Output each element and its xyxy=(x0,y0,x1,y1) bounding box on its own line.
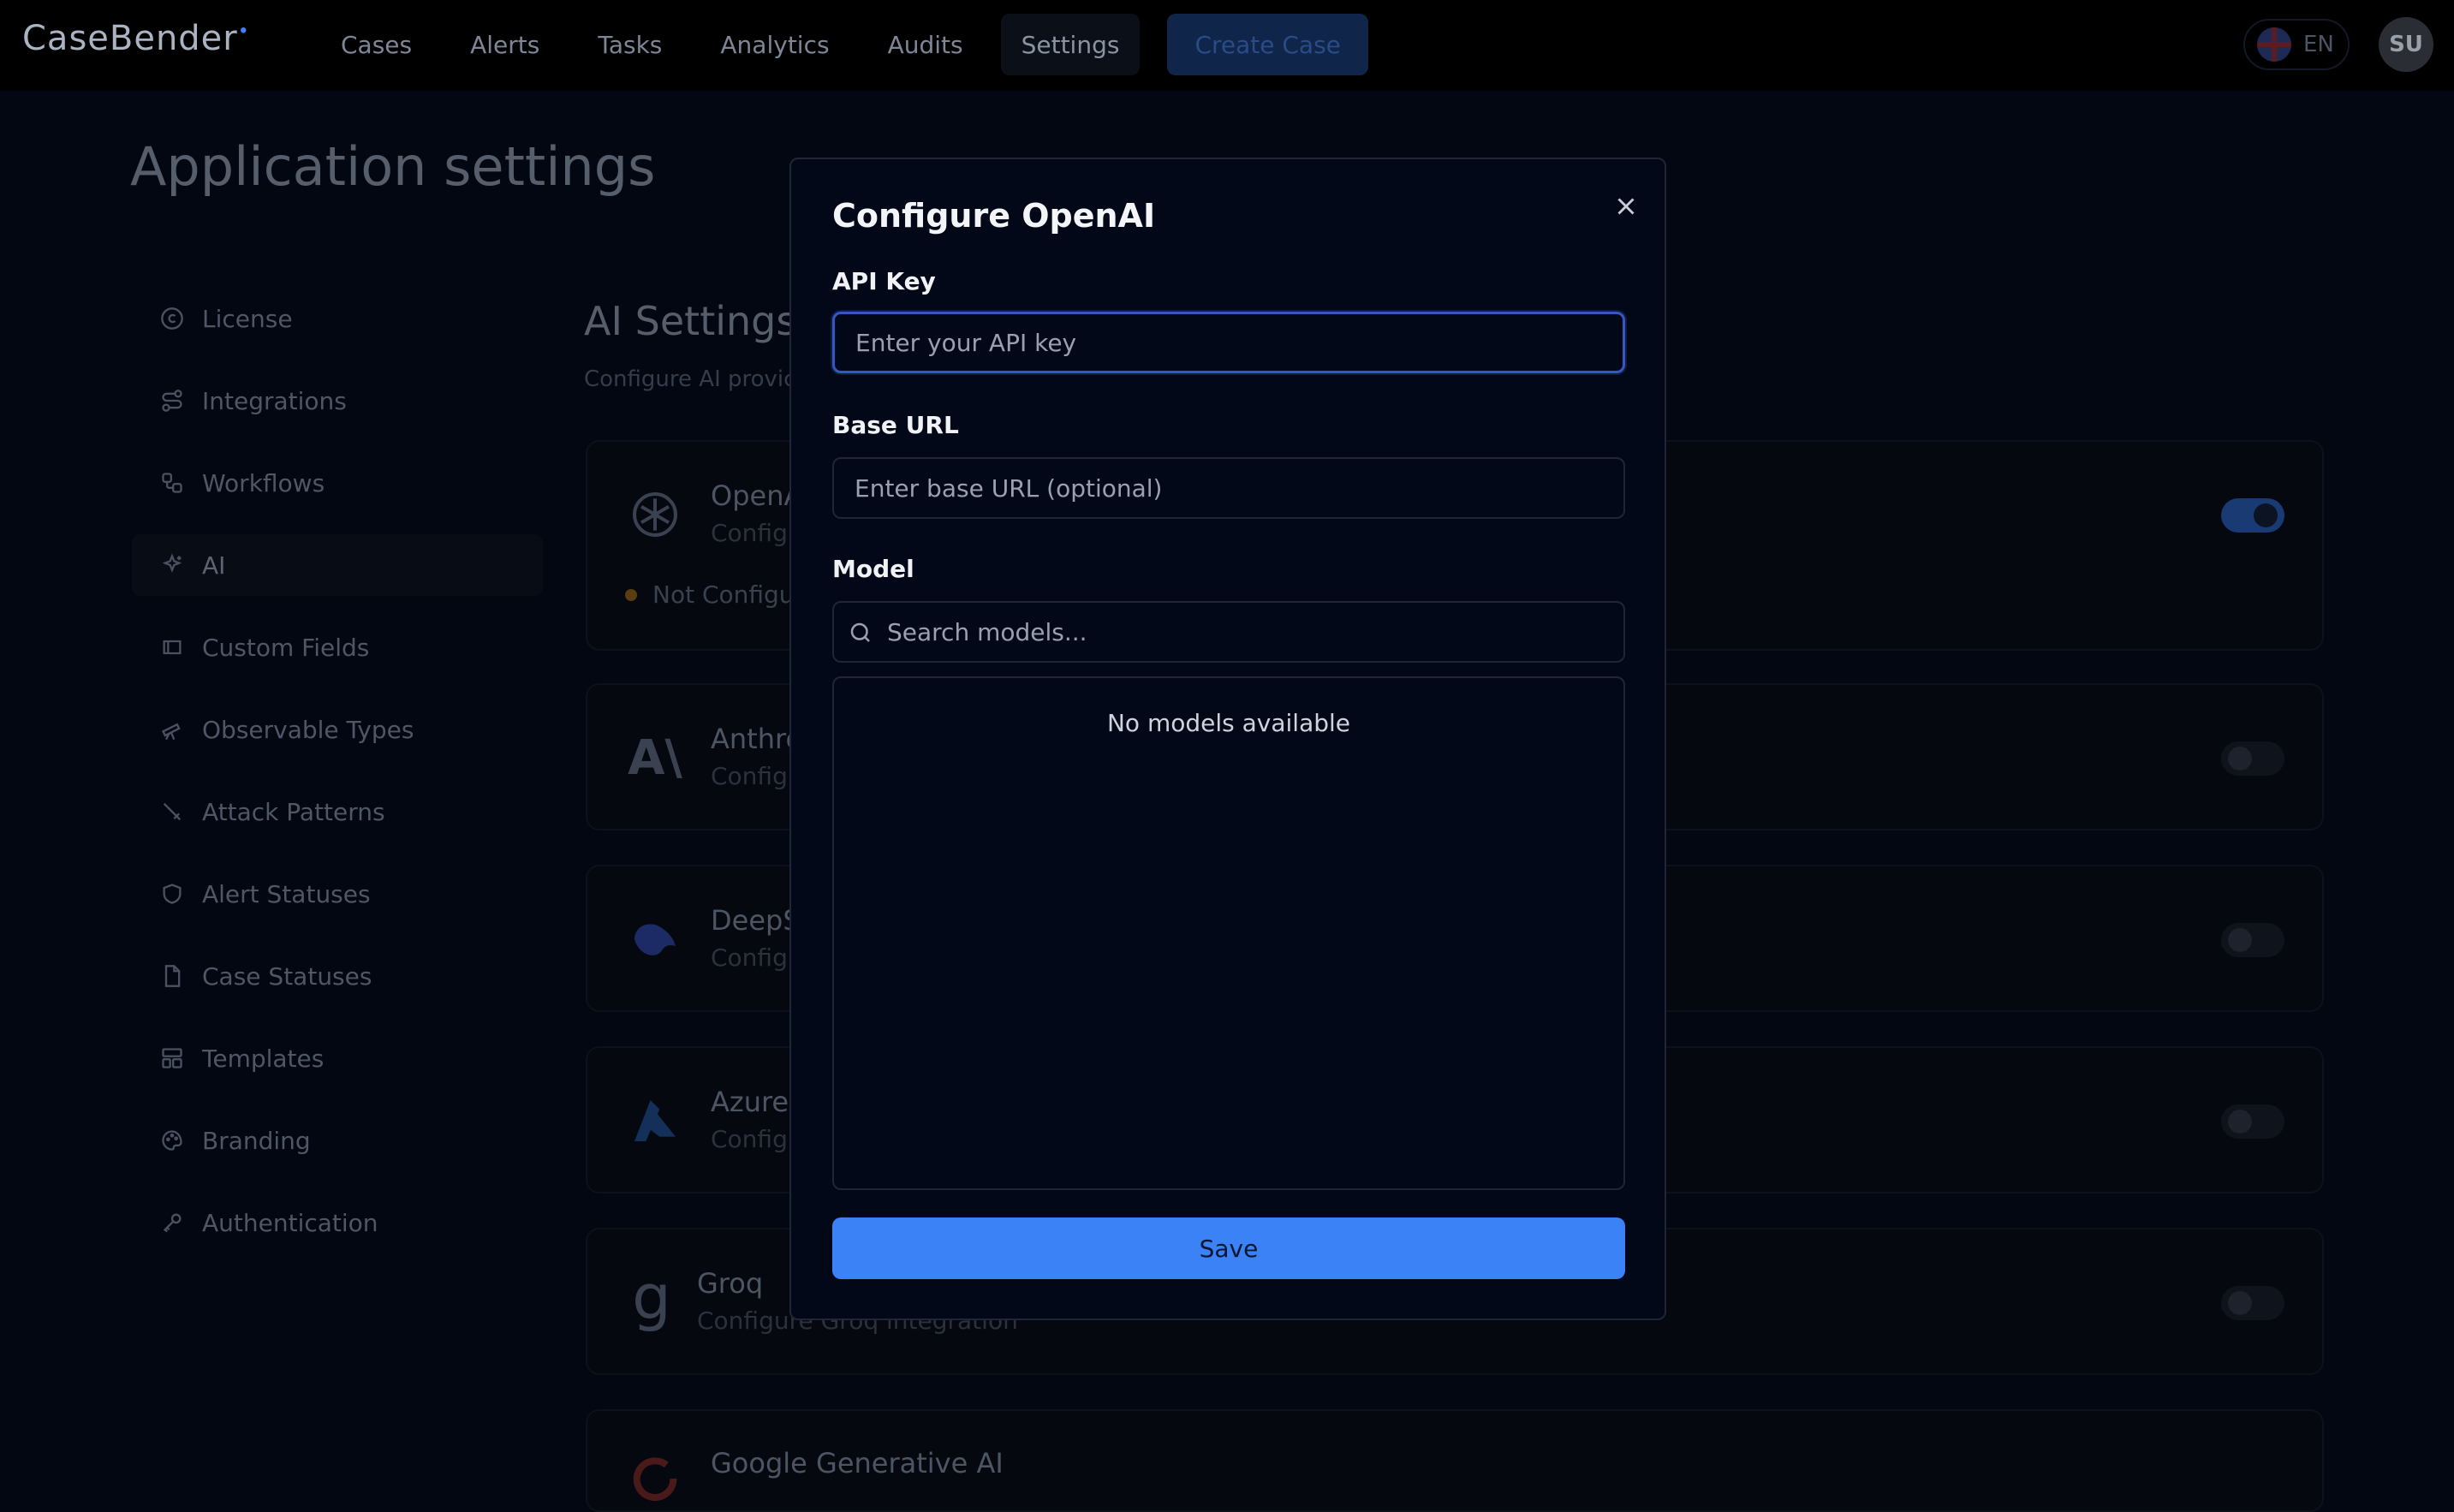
nav-tasks[interactable]: Tasks xyxy=(577,14,682,75)
base-url-input[interactable] xyxy=(832,457,1625,519)
language-selector[interactable]: EN xyxy=(2243,19,2350,70)
nav-alerts[interactable]: Alerts xyxy=(450,14,560,75)
nav-settings[interactable]: Settings xyxy=(1000,14,1141,75)
nav-audits[interactable]: Audits xyxy=(867,14,984,75)
save-button[interactable]: Save xyxy=(832,1217,1625,1279)
close-icon[interactable] xyxy=(1611,192,1641,221)
search-icon xyxy=(848,620,875,647)
nav-analytics[interactable]: Analytics xyxy=(700,14,849,75)
model-search-box xyxy=(832,601,1625,663)
main-nav: Cases Alerts Tasks Analytics Audits Sett… xyxy=(320,14,1368,75)
nav-cases[interactable]: Cases xyxy=(320,14,432,75)
model-label: Model xyxy=(832,555,914,583)
create-case-button[interactable]: Create Case xyxy=(1167,14,1368,75)
app-logo[interactable]: CaseBender• xyxy=(22,19,250,58)
api-key-input[interactable] xyxy=(832,312,1625,373)
model-search-input[interactable] xyxy=(887,603,1615,661)
dialog-title: Configure OpenAI xyxy=(832,197,1156,235)
configure-openai-dialog: Configure OpenAI API Key Base URL Model … xyxy=(789,158,1666,1320)
uk-flag-icon xyxy=(2257,27,2291,62)
base-url-label: Base URL xyxy=(832,411,959,439)
language-code: EN xyxy=(2303,32,2334,57)
user-avatar[interactable]: SU xyxy=(2379,17,2433,72)
empty-models-message: No models available xyxy=(1106,709,1351,737)
top-navigation-bar: CaseBender• Cases Alerts Tasks Analytics… xyxy=(0,0,2454,91)
api-key-label: API Key xyxy=(832,267,936,295)
model-list[interactable]: No models available xyxy=(832,676,1625,1190)
